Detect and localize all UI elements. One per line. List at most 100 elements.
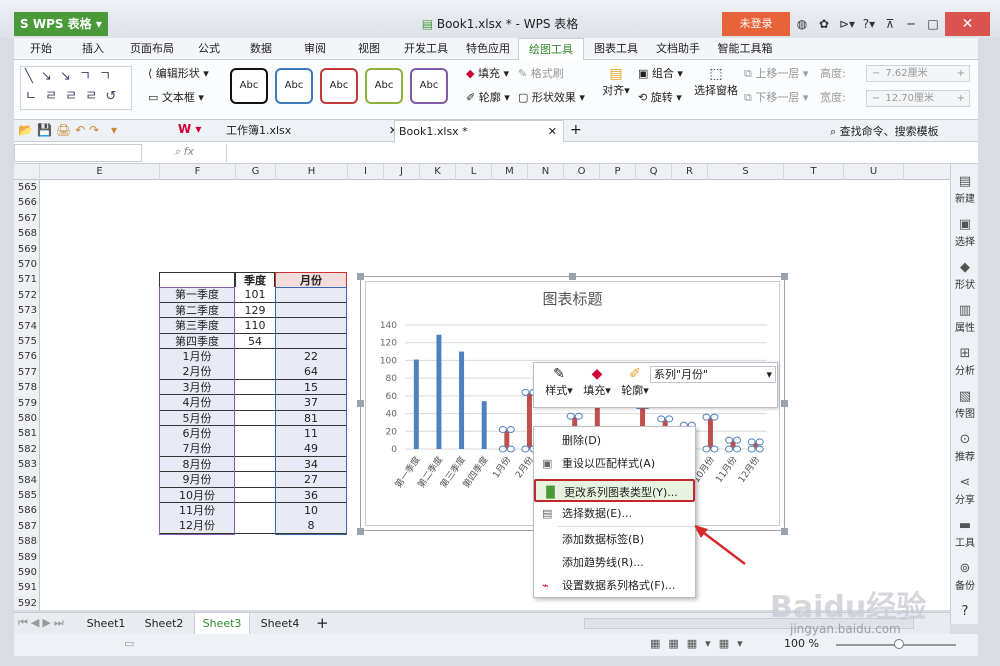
- shape-style-5[interactable]: Abc: [410, 68, 448, 104]
- quick-access-toolbar[interactable]: 📂💾🖨↶↷ ▾: [18, 123, 121, 137]
- menu-data[interactable]: 数据: [240, 38, 282, 60]
- sidebar-item-select[interactable]: ▣ 选择: [951, 217, 979, 248]
- shape-style-4[interactable]: Abc: [365, 68, 403, 104]
- menu-home[interactable]: 开始: [20, 38, 62, 60]
- row-header[interactable]: 589: [14, 550, 40, 566]
- menu-select-data[interactable]: ▤ 选择数据(E)...: [534, 502, 695, 525]
- quarter-value-cell[interactable]: 101: [235, 287, 275, 303]
- column-header[interactable]: Q: [636, 164, 672, 180]
- group-button[interactable]: ▣ 组合 ▾: [638, 66, 683, 82]
- tab-book1[interactable]: Book1.xlsx * ✕: [394, 120, 564, 142]
- shape-style-3[interactable]: Abc: [320, 68, 358, 104]
- menu-view[interactable]: 视图: [348, 38, 390, 60]
- row-header[interactable]: 580: [14, 411, 40, 427]
- name-box[interactable]: [14, 144, 142, 162]
- mini-fill-button[interactable]: ◆ 填充▾: [578, 366, 616, 398]
- add-sheet-icon[interactable]: +: [316, 614, 329, 632]
- view-mode-icons[interactable]: ▦▦▦▾▦▾: [650, 637, 751, 650]
- row-header[interactable]: 588: [14, 534, 40, 550]
- minimize-icon[interactable]: ─: [900, 12, 922, 36]
- row-header[interactable]: 587: [14, 519, 40, 535]
- quarter-value-cell[interactable]: 54: [235, 333, 275, 350]
- menu-reset-style[interactable]: ▣ 重设以匹配样式(A): [534, 452, 695, 475]
- help-icon[interactable]: ?▾: [858, 12, 880, 36]
- fill-button[interactable]: ◆ 填充 ▾: [466, 66, 509, 82]
- resize-handle[interactable]: [357, 273, 364, 280]
- selection-pane-button[interactable]: ⬚ 选择窗格: [694, 66, 738, 99]
- column-header[interactable]: M: [492, 164, 528, 180]
- width-field[interactable]: −12.70厘米 +: [866, 90, 970, 107]
- send-backward-button[interactable]: ⧉ 下移一层 ▾: [744, 90, 808, 106]
- maximize-icon[interactable]: □: [922, 12, 944, 36]
- column-header[interactable]: P: [600, 164, 636, 180]
- menu-formula[interactable]: 公式: [188, 38, 230, 60]
- rotate-button[interactable]: ⟲ 旋转 ▾: [638, 90, 682, 106]
- new-tab-icon[interactable]: +: [570, 122, 582, 138]
- sheet-tab-4[interactable]: Sheet4: [252, 613, 308, 635]
- sidebar-item-upload-image[interactable]: ▧ 传图: [951, 389, 979, 420]
- sidebar-item-property[interactable]: ▥ 属性: [951, 303, 979, 334]
- wps-online-icon[interactable]: W ▾: [178, 122, 201, 136]
- resize-handle[interactable]: [569, 273, 576, 280]
- edit-shape-button[interactable]: ⟨ 编辑形状 ▾: [148, 66, 209, 82]
- column-header[interactable]: H: [276, 164, 348, 180]
- search-box[interactable]: ⌕ 查找命令、搜索模板: [830, 123, 939, 139]
- menu-chart-tools[interactable]: 图表工具: [586, 38, 646, 60]
- sidebar-item-new[interactable]: ▤ 新建: [951, 174, 979, 205]
- quarter-value-cell[interactable]: 129: [235, 302, 275, 319]
- row-header[interactable]: 586: [14, 503, 40, 519]
- mini-style-button[interactable]: ✎ 样式▾: [540, 366, 578, 398]
- sidebar-item-shape[interactable]: ◆ 形状: [951, 260, 979, 291]
- resize-handle[interactable]: [781, 273, 788, 280]
- empty-quarter-cell[interactable]: [235, 379, 275, 396]
- column-header[interactable]: R: [672, 164, 708, 180]
- row-header[interactable]: 585: [14, 488, 40, 504]
- row-header[interactable]: 565: [14, 180, 40, 196]
- column-header[interactable]: F: [160, 164, 236, 180]
- row-header[interactable]: 584: [14, 473, 40, 489]
- close-tab-icon[interactable]: ✕: [548, 121, 557, 143]
- row-header[interactable]: 568: [14, 226, 40, 242]
- shape-style-1[interactable]: Abc: [230, 68, 268, 104]
- row-header[interactable]: 592: [14, 596, 40, 612]
- row-header[interactable]: 590: [14, 565, 40, 581]
- menu-drawing-tools[interactable]: 绘图工具: [518, 38, 584, 60]
- skin-icon[interactable]: ◍: [792, 12, 812, 36]
- sheet-tab-3[interactable]: Sheet3: [194, 613, 250, 635]
- resize-handle[interactable]: [357, 528, 364, 535]
- close-icon[interactable]: ✕: [945, 12, 990, 36]
- column-header[interactable]: S: [708, 164, 784, 180]
- row-header[interactable]: 577: [14, 365, 40, 381]
- menu-features[interactable]: 特色应用: [460, 38, 516, 60]
- column-header[interactable]: O: [564, 164, 600, 180]
- menu-delete[interactable]: 删除(D): [534, 429, 695, 452]
- resize-handle[interactable]: [781, 400, 788, 407]
- row-header[interactable]: 571: [14, 272, 40, 288]
- column-header[interactable]: J: [384, 164, 420, 180]
- row-header[interactable]: 572: [14, 288, 40, 304]
- bring-forward-button[interactable]: ⧉ 上移一层 ▾: [744, 66, 808, 82]
- formula-input[interactable]: [226, 144, 966, 162]
- textbox-button[interactable]: ▭ 文本框 ▾: [148, 90, 204, 106]
- align-button[interactable]: ▤ 对齐▾: [600, 66, 632, 99]
- login-button[interactable]: 未登录: [722, 12, 790, 36]
- outline-button[interactable]: ✐ 轮廓 ▾: [466, 90, 510, 106]
- sidebar-item-toolbox[interactable]: ▬ 工具: [951, 518, 979, 549]
- menu-doc-assistant[interactable]: 文档助手: [648, 38, 708, 60]
- restore-ribbon-icon[interactable]: ⊼: [880, 12, 900, 36]
- empty-quarter-cell[interactable]: [235, 518, 275, 534]
- resize-handle[interactable]: [357, 400, 364, 407]
- empty-quarter-cell[interactable]: [235, 456, 275, 473]
- series-select[interactable]: 系列"月份" ▾: [650, 366, 776, 383]
- shape-style-2[interactable]: Abc: [275, 68, 313, 104]
- select-all-corner[interactable]: [14, 164, 40, 180]
- empty-quarter-cell[interactable]: [235, 503, 275, 519]
- empty-quarter-cell[interactable]: [235, 410, 275, 427]
- zoom-slider-thumb[interactable]: [894, 639, 904, 649]
- menu-format-series[interactable]: ⌁ 设置数据系列格式(F)...: [534, 574, 695, 597]
- tab-workbook1[interactable]: 工作簿1.xlsx✕: [222, 120, 398, 142]
- row-header[interactable]: 575: [14, 334, 40, 350]
- sidebar-item-recommend[interactable]: ⊙ 推荐: [951, 432, 979, 463]
- sidebar-item-share[interactable]: ⋖ 分享: [951, 475, 979, 506]
- options-icon[interactable]: ⊳▾: [836, 12, 858, 36]
